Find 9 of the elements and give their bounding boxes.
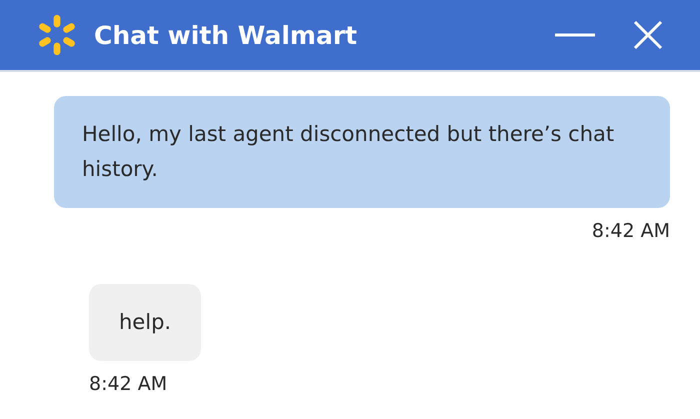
user-message: Hello, my last agent disconnected but there’s chat history. [54,96,670,208]
window-title: Chat with Walmart [94,20,358,50]
agent-message: help. [89,284,202,361]
message-time: 8:42 AM [592,220,670,242]
close-button[interactable] [632,19,664,51]
message-time: 8:42 AM [89,373,168,395]
minimize-icon [554,33,596,37]
close-icon [632,19,664,51]
minimize-button[interactable] [554,33,596,37]
